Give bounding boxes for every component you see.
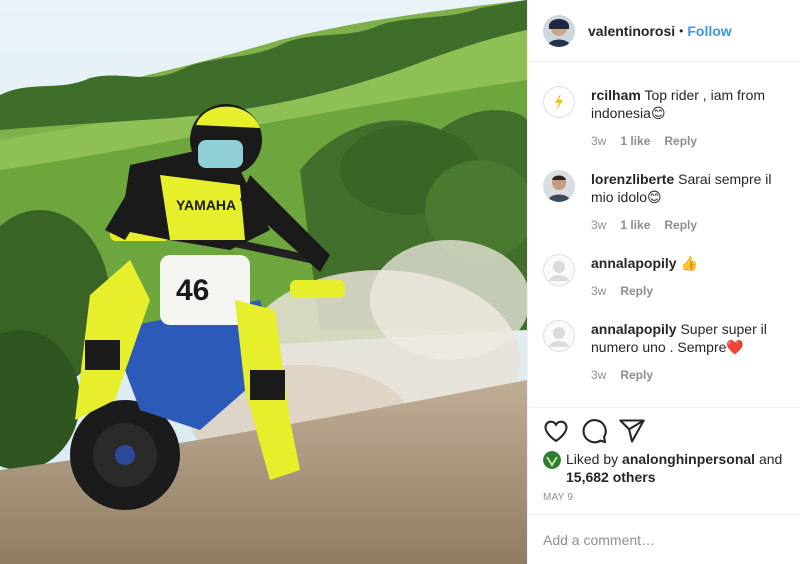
commenter-avatar[interactable] xyxy=(543,170,575,202)
author-username[interactable]: valentinorosi xyxy=(588,23,675,39)
motocross-photo: 46 YAMAHA xyxy=(0,0,527,564)
comment-text-block: annalapopily 👍 xyxy=(591,254,796,272)
comment-input[interactable] xyxy=(543,531,783,548)
comment-text-block: lorenzliberte Sarai sempre il mio idolo😊 xyxy=(591,170,796,206)
heart-icon[interactable] xyxy=(542,417,570,445)
comment-time[interactable]: 3w xyxy=(591,134,606,148)
liker-avatar[interactable] xyxy=(543,451,561,469)
comment-text-block: annalapopily Super super il numero uno .… xyxy=(591,320,796,356)
comment-likes[interactable]: 1 like xyxy=(620,218,650,232)
comment-meta: 3w Reply xyxy=(591,368,653,382)
follow-button[interactable]: Follow xyxy=(687,23,731,39)
post-header: valentinorosi • Follow xyxy=(528,0,800,62)
commenter-avatar[interactable] xyxy=(543,254,575,286)
header-separator: • xyxy=(679,23,684,38)
reply-button[interactable]: Reply xyxy=(664,218,697,232)
comment-text-block: rcilham Top rider , iam from indonesia😊 xyxy=(591,86,796,122)
comments-list[interactable]: rcilham Top rider , iam from indonesia😊 … xyxy=(528,62,800,408)
likes-text: Liked by analonghinpersonal and 15,682 o… xyxy=(566,450,796,486)
likes-and: and xyxy=(758,451,783,467)
comment-time[interactable]: 3w xyxy=(591,218,606,232)
comment-username[interactable]: annalapopily xyxy=(591,321,677,337)
post-photo[interactable]: 46 YAMAHA xyxy=(0,0,527,564)
likes-count[interactable]: 15,682 others xyxy=(566,469,656,485)
commenter-avatar[interactable] xyxy=(543,320,575,352)
reply-button[interactable]: Reply xyxy=(620,368,653,382)
reply-button[interactable]: Reply xyxy=(664,134,697,148)
post-actions xyxy=(528,409,800,455)
comment-meta: 3w 1 like Reply xyxy=(591,134,697,148)
comment-body: 👍 xyxy=(680,255,698,271)
post-date[interactable]: MAY 9 xyxy=(543,492,573,503)
post-side-panel: valentinorosi • Follow rcilham Top rider… xyxy=(527,0,800,564)
jersey-brand: YAMAHA xyxy=(176,197,236,213)
comment-username[interactable]: rcilham xyxy=(591,87,641,103)
reply-button[interactable]: Reply xyxy=(620,284,653,298)
author-avatar[interactable] xyxy=(543,14,575,47)
paper-plane-icon[interactable] xyxy=(618,417,646,445)
comment-username[interactable]: annalapopily xyxy=(591,255,677,271)
add-comment-bar xyxy=(528,514,800,564)
comment-likes[interactable]: 1 like xyxy=(620,134,650,148)
commenter-avatar[interactable] xyxy=(543,86,575,118)
comment-meta: 3w Reply xyxy=(591,284,653,298)
liker-username[interactable]: analonghinpersonal xyxy=(622,451,755,467)
comment-time[interactable]: 3w xyxy=(591,284,606,298)
comment-time[interactable]: 3w xyxy=(591,368,606,382)
comment-username[interactable]: lorenzliberte xyxy=(591,171,674,187)
likes-prefix: Liked by xyxy=(566,451,619,467)
comment-icon[interactable] xyxy=(580,417,608,445)
bike-number: 46 xyxy=(176,274,209,307)
comment-meta: 3w 1 like Reply xyxy=(591,218,697,232)
